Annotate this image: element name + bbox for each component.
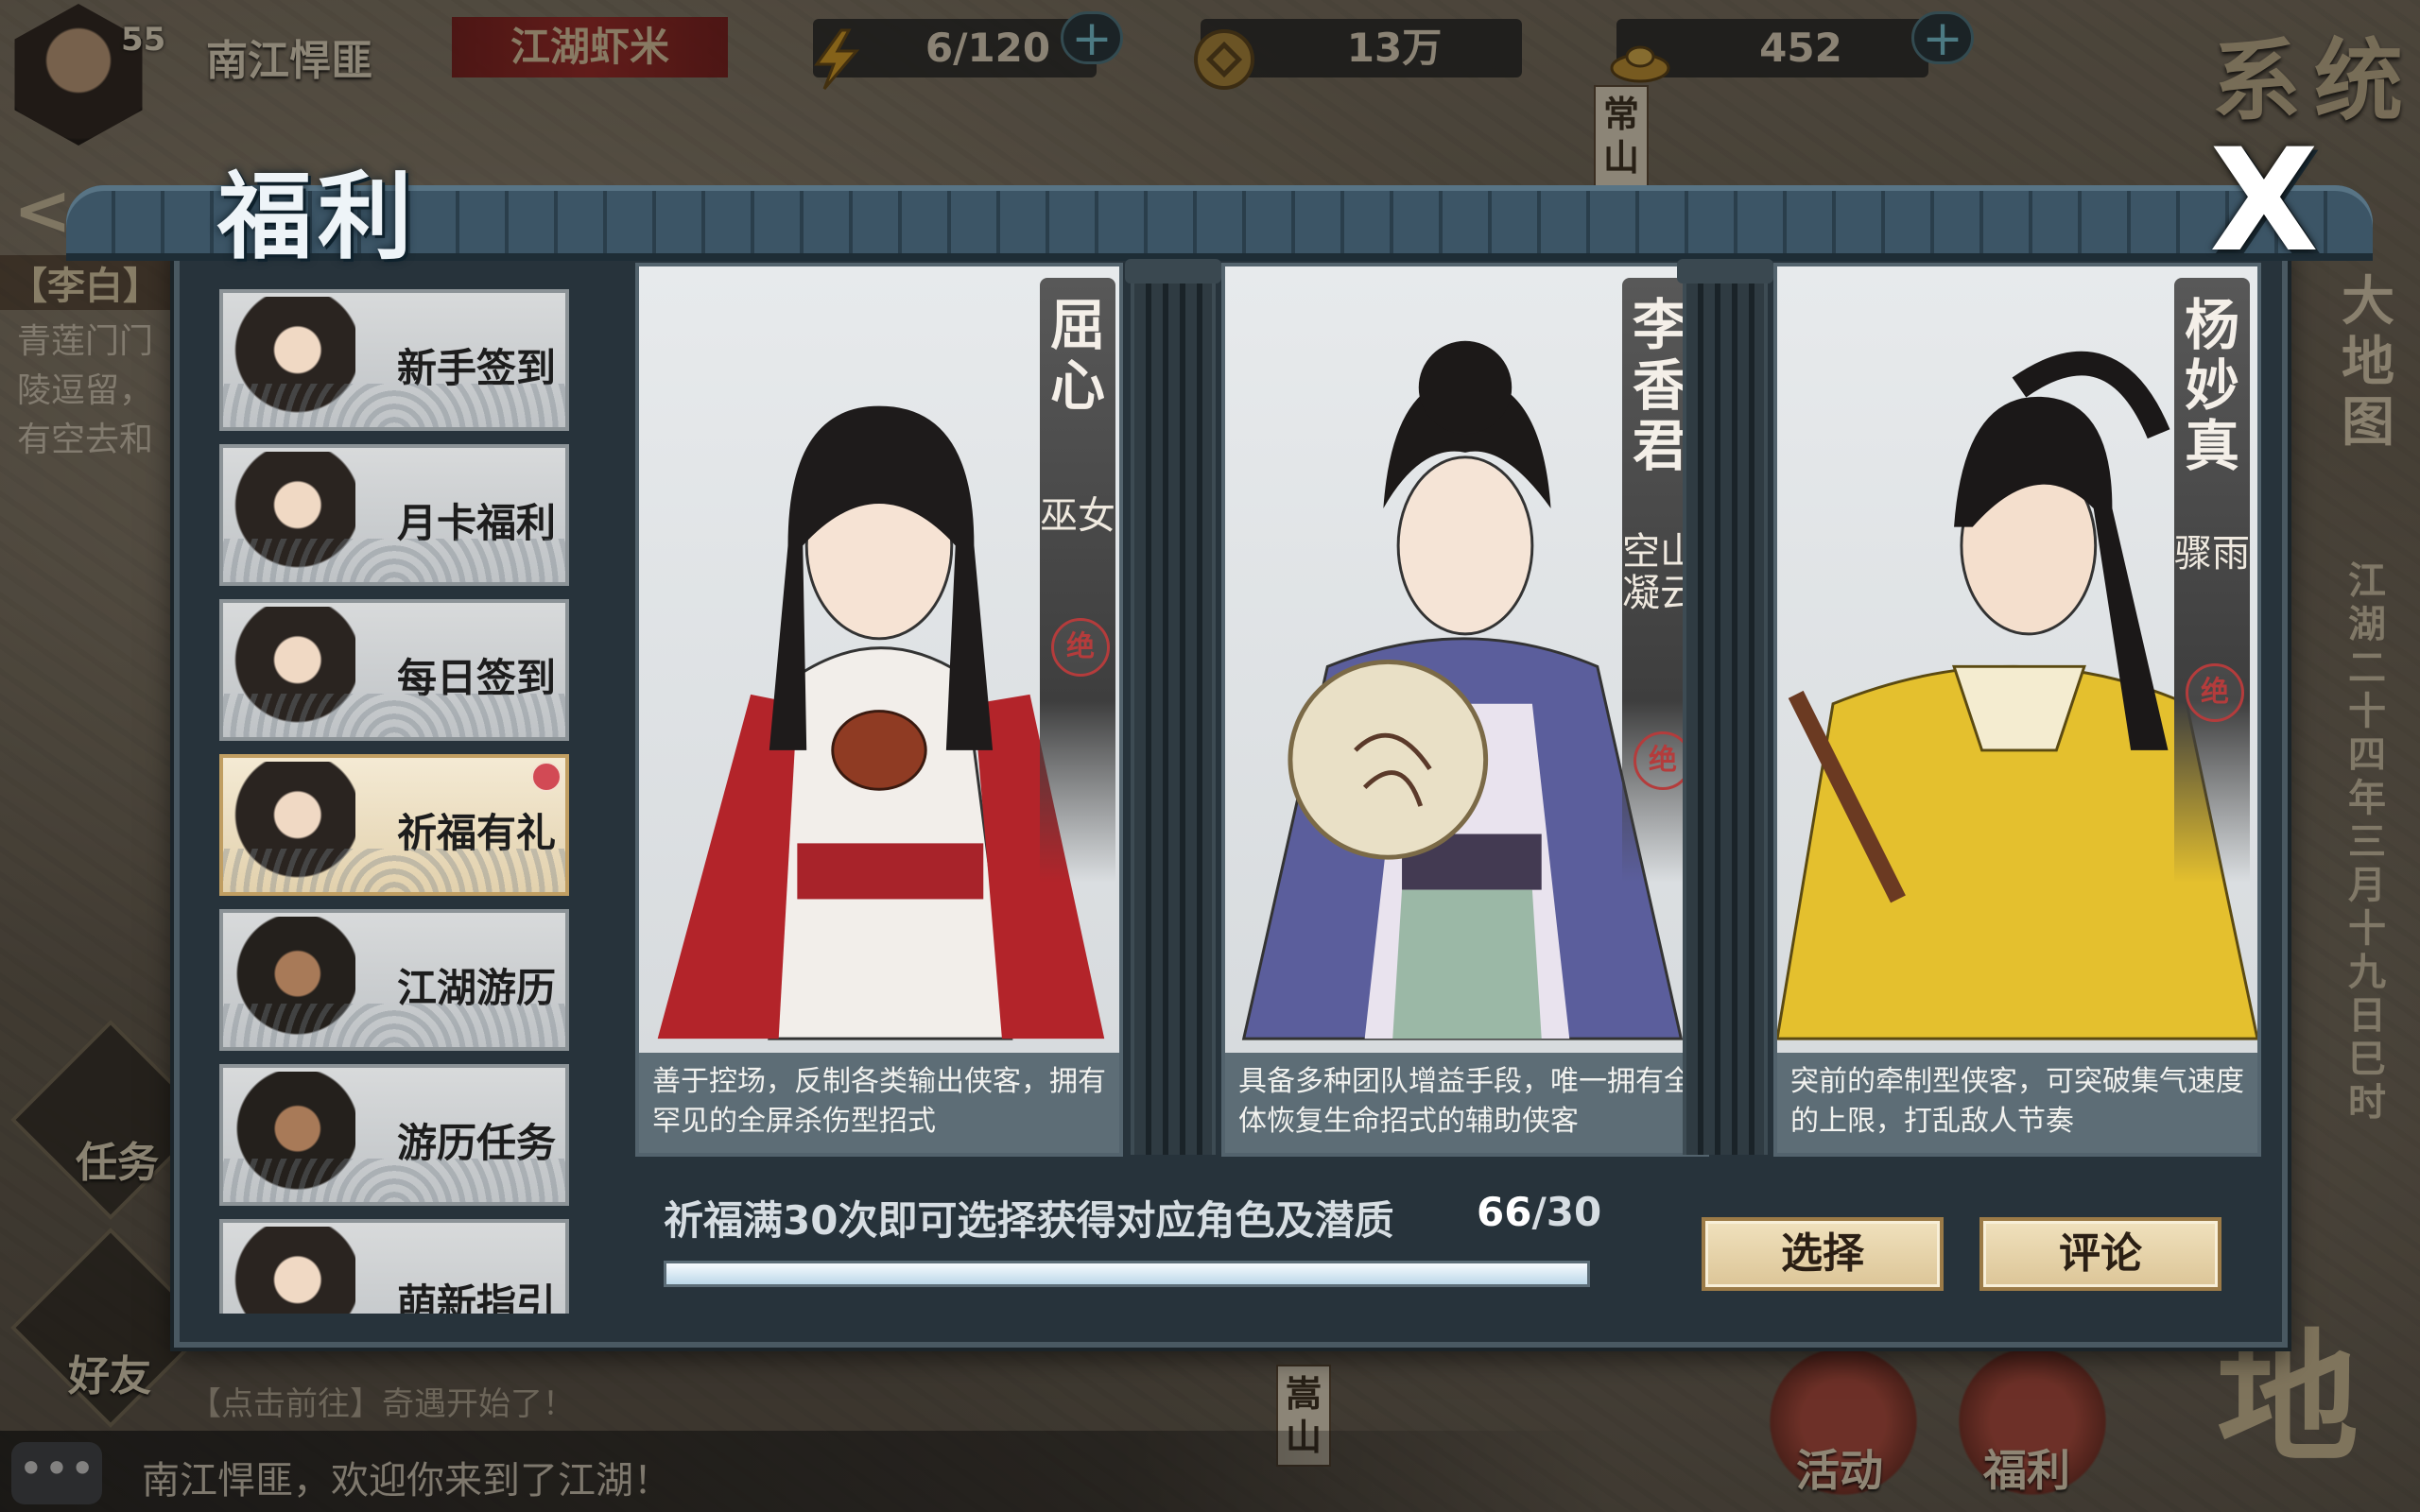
progress-done: 66 bbox=[1477, 1189, 1532, 1235]
lattice-pillar-divider bbox=[1125, 259, 1221, 1155]
notification-dot bbox=[531, 762, 562, 792]
character-name: 杨妙真 bbox=[2184, 293, 2239, 478]
tab-portrait-avatar bbox=[227, 452, 355, 578]
welfare-sidebar: 新手签到 月卡福利 每日签到 祈福有礼 江湖游历 游历任务 萌新指引 bbox=[216, 284, 579, 1314]
sidebar-tab-label: 新手签到 bbox=[396, 345, 556, 391]
character-card-yangmiaozhen[interactable]: 杨妙真 骤雨 绝 突前的牵制型侠客，可突破集气速度的上限，打乱敌人节奏 bbox=[1773, 263, 2261, 1157]
comment-button[interactable]: 评论 bbox=[1979, 1217, 2221, 1291]
seal-stamp-icon: 绝 bbox=[1051, 618, 1110, 677]
character-card-quxin[interactable]: 屈心 巫女 绝 善于控场，反制各类输出侠客，拥有罕见的全屏杀伤型招式 bbox=[635, 263, 1123, 1157]
sidebar-tab-label: 萌新指引 bbox=[396, 1280, 556, 1314]
tab-blessing-gift[interactable]: 祈福有礼 bbox=[219, 754, 569, 896]
tab-portrait-avatar bbox=[227, 762, 355, 888]
tab-travel-quests[interactable]: 游历任务 bbox=[219, 1064, 569, 1206]
tab-newbie-checkin[interactable]: 新手签到 bbox=[219, 289, 569, 431]
select-button[interactable]: 选择 bbox=[1702, 1217, 1944, 1291]
sidebar-tab-label: 月卡福利 bbox=[396, 500, 556, 546]
character-description: 突前的牵制型侠客，可突破集气速度的上限，打乱敌人节奏 bbox=[1777, 1053, 2257, 1153]
sidebar-tab-label: 江湖游历 bbox=[396, 965, 556, 1011]
tab-portrait-avatar bbox=[227, 1227, 355, 1314]
character-card-lixiangjun[interactable]: 李香君 空山凝云 绝 具备多种团队增益手段，唯一拥有全体恢复生命招式的辅助侠客 bbox=[1221, 263, 1709, 1157]
tab-jianghu-travel[interactable]: 江湖游历 bbox=[219, 909, 569, 1051]
tab-portrait-avatar bbox=[227, 917, 355, 1043]
character-name: 屈心 bbox=[1049, 293, 1105, 418]
name-banner: 杨妙真 骤雨 绝 bbox=[2174, 278, 2250, 883]
blessing-progress-bar bbox=[664, 1261, 1590, 1287]
tab-portrait-avatar bbox=[227, 297, 355, 423]
tab-monthly-card[interactable]: 月卡福利 bbox=[219, 444, 569, 586]
tab-portrait-avatar bbox=[227, 607, 355, 733]
progress-bar-fill bbox=[666, 1263, 1587, 1284]
tab-portrait-avatar bbox=[227, 1072, 355, 1198]
character-trait: 骤雨 bbox=[2174, 532, 2250, 576]
tab-newbie-guide[interactable]: 萌新指引 bbox=[219, 1219, 569, 1314]
character-trait: 巫女 bbox=[1040, 494, 1115, 538]
modal-title: 福利 bbox=[217, 161, 418, 272]
sidebar-tab-label: 祈福有礼 bbox=[396, 810, 556, 856]
sidebar-tab-label: 游历任务 bbox=[396, 1120, 556, 1166]
lattice-pillar-divider bbox=[1677, 259, 1773, 1155]
name-banner: 屈心 巫女 绝 bbox=[1040, 278, 1115, 883]
progress-total: /30 bbox=[1531, 1189, 1602, 1235]
close-button[interactable]: X bbox=[2203, 130, 2325, 272]
tab-daily-checkin[interactable]: 每日签到 bbox=[219, 599, 569, 741]
blessing-progress-text: 祈福满30次即可选择获得对应角色及潜质 bbox=[664, 1197, 1394, 1244]
sidebar-tab-label: 每日签到 bbox=[396, 655, 556, 701]
blessing-progress-count: 66/30 bbox=[1477, 1189, 1601, 1235]
character-description: 具备多种团队增益手段，唯一拥有全体恢复生命招式的辅助侠客 bbox=[1225, 1053, 1705, 1153]
character-description: 善于控场，反制各类输出侠客，拥有罕见的全屏杀伤型招式 bbox=[639, 1053, 1119, 1153]
seal-stamp-icon: 绝 bbox=[2186, 663, 2244, 722]
